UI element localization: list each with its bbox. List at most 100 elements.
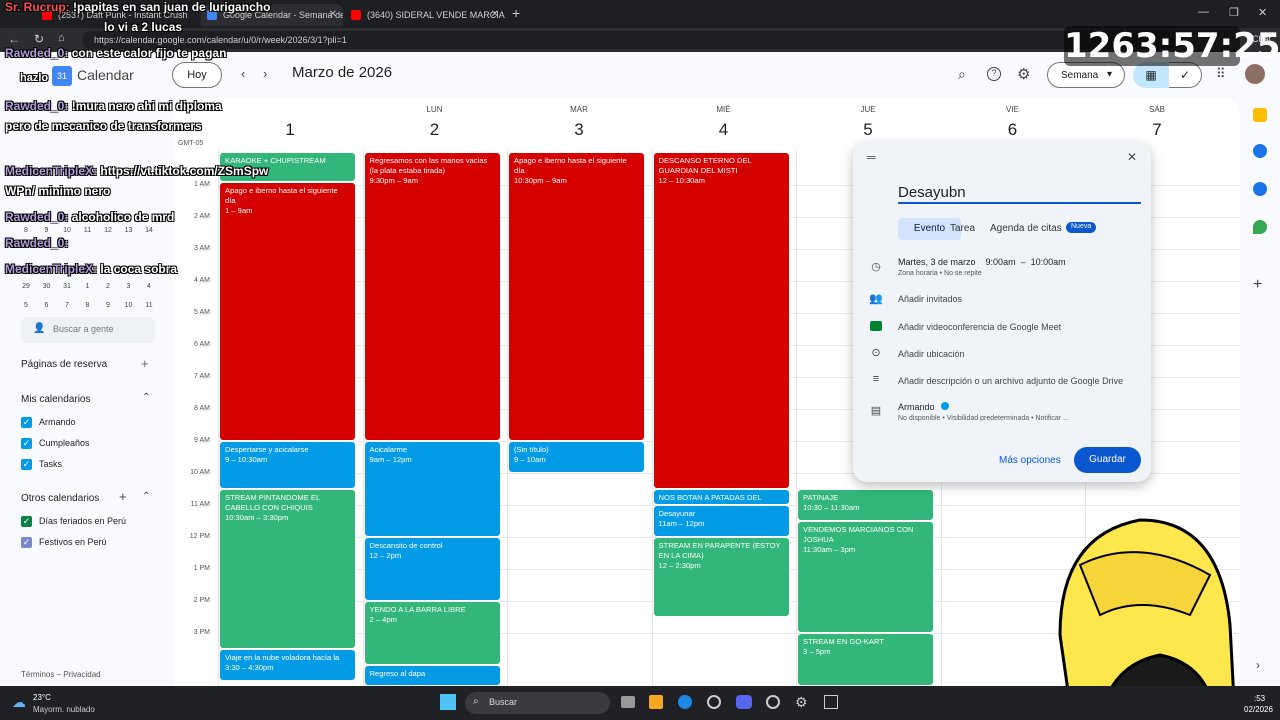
my-calendars-title[interactable]: Mis calendarios [21,394,90,405]
calendar-event[interactable]: Desayunar 11am – 12pm [652,505,790,537]
mini-calendar-day[interactable]: 31 [57,283,77,290]
event-datetime[interactable]: Martes, 3 de marzo 9:00am – 10:00am [898,257,1066,267]
calendar-event[interactable]: DESCANSO ETERNO DEL GUARDIAN DEL MISTI 12… [652,152,790,489]
calendar-event[interactable]: NOS BOTAN A PATADAS DEL AIRBNB [652,489,790,505]
clock-date[interactable]: 02/2026 [1244,705,1273,714]
calendar-event[interactable]: STREAM EN GO-KART 3 – 5pm [797,633,934,686]
mini-calendar-day[interactable]: 11 [78,227,98,234]
calendar-event[interactable]: Despertarse y acicalarse 9 – 10:30am [219,441,356,489]
mini-calendar-day[interactable]: 10 [119,302,139,309]
search-icon[interactable]: ⌕ [958,66,966,83]
add-guests[interactable]: Añadir invitados [898,294,962,304]
add-icon[interactable]: + [1253,276,1262,294]
calendar-select[interactable]: Armando [898,402,950,412]
calendar-event[interactable]: YENDO A LA BARRA LIBRE 2 – 4pm [363,601,501,665]
close-icon[interactable]: ✕ [491,9,499,20]
more-options-button[interactable]: Más opciones [999,455,1061,466]
calendar-event[interactable]: Descansito de control 12 – 2pm [363,537,501,601]
footer-links[interactable]: Términos – Privacidad [21,670,101,679]
mini-calendar-day[interactable]: 7 [57,302,77,309]
windows-start-icon[interactable] [440,694,456,710]
tab-agenda[interactable]: Agenda de citas [990,223,1062,234]
calendar-event[interactable]: PATINAJE 10:30 – 11:30am [797,489,934,521]
mini-calendar-day[interactable]: 13 [119,227,139,234]
event-date[interactable]: Martes, 3 de marzo [898,257,976,267]
contacts-icon[interactable] [1253,182,1267,196]
new-tab-icon[interactable]: + [512,5,520,21]
chevron-up-icon[interactable]: ⌃ [142,491,150,502]
discord-icon[interactable] [736,695,752,709]
mini-calendar-day[interactable]: 9 [98,302,118,309]
close-icon[interactable]: ✕ [1127,150,1137,164]
event-title-input[interactable]: Desayubn [898,184,1141,204]
checkbox-icon[interactable]: ✓ [21,516,32,528]
weather-desc[interactable]: Mayorm. nublado [33,705,95,714]
file-explorer-icon[interactable] [649,695,663,709]
day-number[interactable]: 1 [218,120,362,140]
apps-grid-icon[interactable]: ⠿ [1216,66,1226,82]
add-location[interactable]: Añadir ubicación [898,349,965,359]
add-icon[interactable]: + [119,489,127,504]
checkbox-icon[interactable]: ✓ [21,459,32,471]
event-start[interactable]: 9:00am [986,257,1016,267]
calendar-event[interactable]: Apago e iberno hasta el siguiente día 10:… [508,152,645,441]
task-view-icon[interactable] [621,696,635,708]
booking-pages-title[interactable]: Páginas de reserva [21,359,107,370]
weather-temp[interactable]: 23°C [33,693,51,702]
day-number[interactable]: 3 [507,120,651,140]
mini-calendar-day[interactable]: 10 [57,227,77,234]
timezone-note[interactable]: Zona horaria • No se repite [898,270,982,277]
save-button[interactable]: Guardar [1074,447,1141,473]
drag-handle-icon[interactable]: ═ [867,150,876,164]
event-end[interactable]: 10:00am [1031,257,1066,267]
calendar-item-tasks[interactable]: ✓ Tasks [21,459,62,473]
app-icon[interactable] [824,695,838,709]
day-number[interactable]: 4 [652,120,796,140]
calendar-event[interactable]: STREAM PINTANDOME EL CABELLO CON CHIQUIS… [219,489,356,649]
reload-icon[interactable]: ↻ [34,32,44,46]
chevron-right-icon[interactable]: › [1256,658,1260,672]
mini-calendar-day[interactable]: 29 [16,283,36,290]
tasks-icon[interactable] [1253,144,1267,158]
mini-calendar-day[interactable]: 1 [78,283,98,290]
app-icon[interactable] [766,695,780,709]
taskbar-search[interactable]: ⌕ Buscar [465,692,610,714]
mini-calendar-day[interactable]: 12 [98,227,118,234]
url-input[interactable]: https://calendar.google.com/calendar/u/0… [82,31,1182,49]
browser-tab[interactable]: (3640) SIDERAL VENDE MARCIANOS ✕ [345,4,505,26]
gear-icon[interactable]: ⚙ [1017,65,1030,83]
chevron-up-icon[interactable]: ⌃ [142,392,150,403]
calendar-event[interactable]: Regreso al dapa [363,665,501,686]
mini-calendar-day[interactable]: 8 [78,302,98,309]
mini-calendar-day[interactable]: 3 [119,283,139,290]
chat-button[interactable]: Chat [1252,34,1271,44]
mini-calendar-day[interactable]: 6 [37,302,57,309]
prev-week-icon[interactable]: ‹ [241,66,245,81]
mini-calendar-day[interactable]: 11 [139,302,159,309]
today-button[interactable]: Hoy [172,62,222,88]
checkbox-icon[interactable]: ✓ [21,537,32,549]
day-number[interactable]: 5 [796,120,940,140]
mini-calendar-day[interactable]: 8 [16,227,36,234]
back-icon[interactable]: ← [8,32,20,46]
calendar-item-feriados[interactable]: ✓ Días feriados en Perú [21,516,126,530]
maximize-icon[interactable]: ❐ [1229,6,1239,19]
mini-calendar-day[interactable]: 14 [139,227,159,234]
home-icon[interactable]: ⌂ [58,32,65,44]
settings-icon[interactable]: ⚙ [795,694,808,711]
add-meet[interactable]: Añadir videoconferencia de Google Meet [898,322,1061,332]
calendar-event[interactable]: (Sin título) 9 – 10am [508,441,645,473]
help-icon[interactable]: ? [987,67,1001,81]
ccleaner-icon[interactable] [707,695,721,709]
mini-calendar-day[interactable]: 30 [37,283,57,290]
maps-icon[interactable] [1253,220,1267,234]
calendar-event[interactable]: Viaje en la nube voladora hacía la 3:30 –… [219,649,356,681]
clock-time[interactable]: :53 [1254,694,1265,703]
calendar-event[interactable]: Acicalarme 9am – 12pm [363,441,501,537]
keep-icon[interactable] [1253,108,1267,122]
calendar-note[interactable]: No disponible • Visibilidad predetermina… [898,415,1069,422]
close-window-icon[interactable]: ✕ [1258,6,1267,19]
calendar-item-armando[interactable]: ✓ Armando [21,417,76,431]
day-number[interactable]: 2 [363,120,507,140]
minimize-icon[interactable]: — [1198,6,1209,18]
